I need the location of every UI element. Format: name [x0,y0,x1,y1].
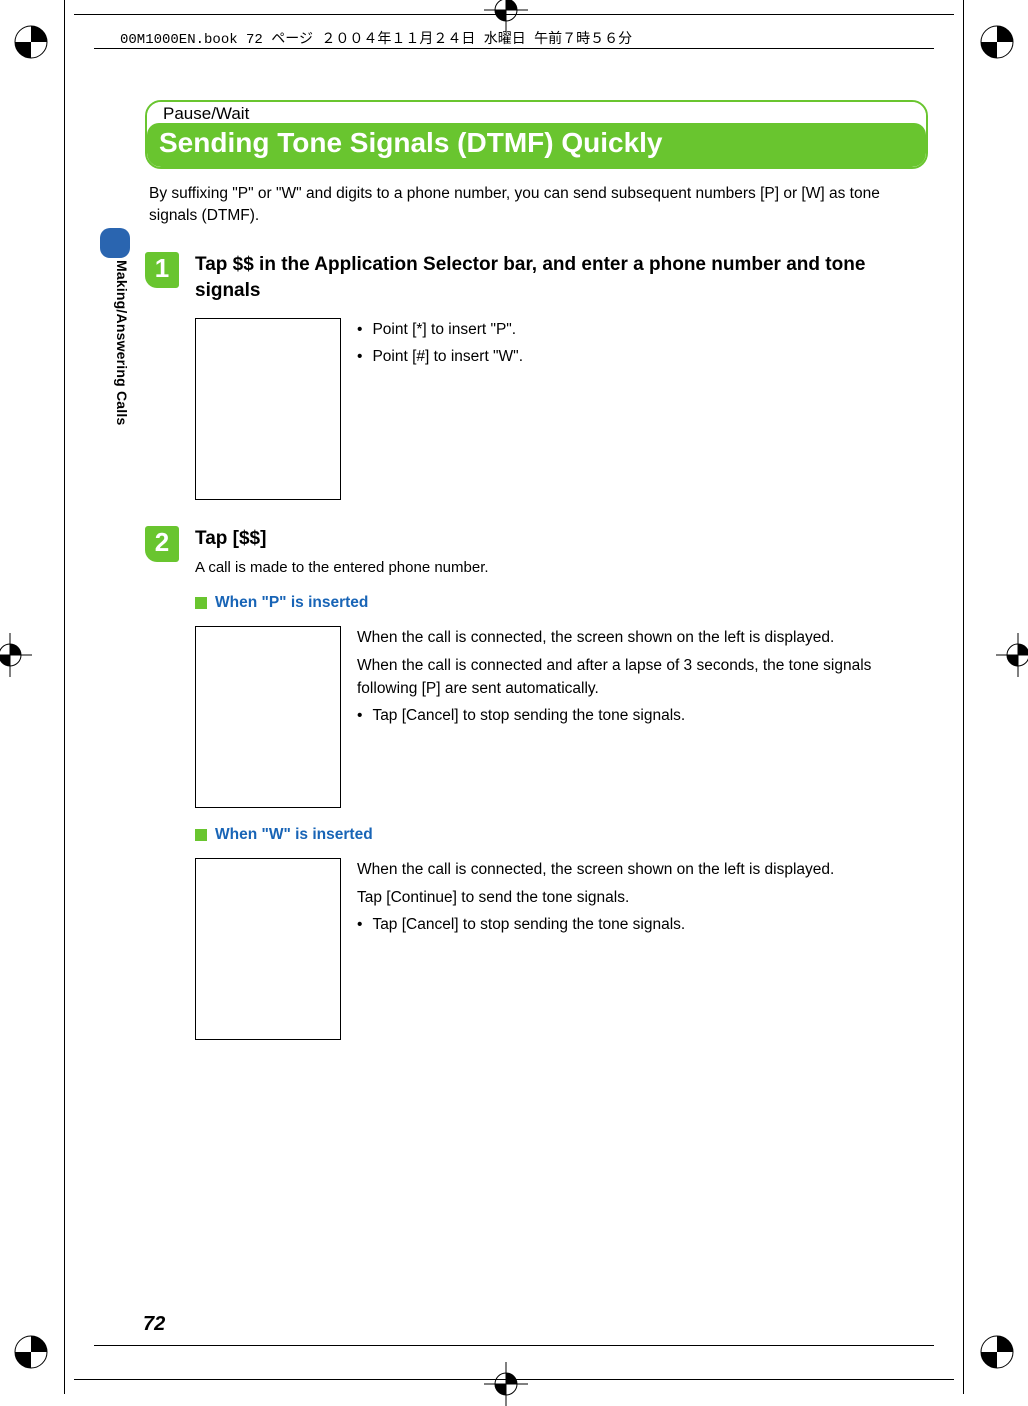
square-icon [195,829,207,841]
bullet-icon: • [357,345,362,369]
screenshot-placeholder [195,858,341,1040]
bullet-text: Point [*] to insert "P". [372,318,516,342]
page-title: Sending Tone Signals (DTMF) Quickly [147,123,926,167]
print-frame-vline [64,0,65,1394]
page-number: 72 [143,1313,165,1336]
crop-mark-icon [13,1334,49,1370]
screenshot-placeholder [195,626,341,808]
bullet-icon: • [357,318,362,342]
step-heading: Tap [$$] [195,520,928,552]
print-frame-vline [963,0,964,1394]
header-meta: 00M1000EN.book 72 ページ ２００４年１１月２４日 水曜日 午前… [120,28,908,48]
step-1: 1 Tap $$ in the Application Selector bar… [145,246,928,499]
bullet-text: Tap [Cancel] to stop sending the tone si… [372,704,685,728]
paragraph: Tap [Continue] to send the tone signals. [357,886,928,909]
section-body: When the call is connected, the screen s… [357,626,928,731]
subheading-p: When "P" is inserted [195,594,928,612]
crop-mark-icon [979,1334,1015,1370]
bullet-text: Point [#] to insert "W". [372,345,523,369]
paragraph: When the call is connected, the screen s… [357,626,928,649]
step-number: 2 [145,520,179,1041]
registration-mark-icon [484,1362,528,1406]
step-number-chip: 2 [145,526,179,562]
step-number: 1 [145,246,179,499]
step-2: 2 Tap [$$] A call is made to the entered… [145,520,928,1041]
registration-mark-icon [0,633,32,677]
crop-mark-icon [979,24,1015,60]
step-number-chip: 1 [145,252,179,288]
side-tab-icon [100,228,130,258]
side-section-label: Making/Answering Calls [100,260,130,425]
step-subtext: A call is made to the entered phone numb… [195,559,928,576]
title-pill: Pause/Wait Sending Tone Signals (DTMF) Q… [145,100,928,169]
bullet-text: Tap [Cancel] to stop sending the tone si… [372,913,685,937]
paragraph: When the call is connected and after a l… [357,654,928,701]
intro-paragraph: By suffixing "P" or "W" and digits to a … [149,183,924,226]
subheading-w: When "W" is inserted [195,826,928,844]
step-heading: Tap $$ in the Application Selector bar, … [195,246,928,303]
square-icon [195,597,207,609]
bullet-icon: • [357,704,362,728]
section-body: When the call is connected, the screen s… [357,858,928,940]
bullet-icon: • [357,913,362,937]
content-area: Pause/Wait Sending Tone Signals (DTMF) Q… [145,100,928,1040]
crop-mark-icon [13,24,49,60]
paragraph: When the call is connected, the screen s… [357,858,928,881]
eyebrow-title: Pause/Wait [147,102,926,124]
subheading-text: When "P" is inserted [215,594,368,612]
registration-mark-icon [996,633,1028,677]
subheading-text: When "W" is inserted [215,826,373,844]
screenshot-placeholder [195,318,341,500]
step-bullets: • Point [*] to insert "P". • Point [#] to … [357,318,928,372]
